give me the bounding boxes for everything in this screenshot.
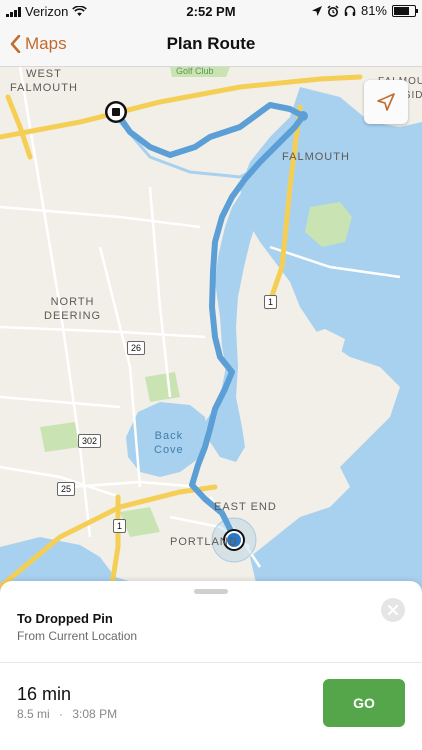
map-canvas [0, 67, 422, 600]
map-label-north-deering: NORTH DEERING [44, 295, 101, 323]
map-label-falmouth: FALMOUTH [282, 151, 350, 163]
locate-me-button[interactable] [364, 80, 408, 124]
status-right: 81% [311, 3, 418, 18]
sheet-divider [0, 662, 422, 663]
map-view[interactable]: Golf Club WEST FALMOUTH FALMOU FORESIDE … [0, 67, 422, 600]
destination-title: To Dropped Pin [17, 611, 113, 626]
route-waypoint [298, 111, 308, 121]
map-label-line: DEERING [44, 310, 102, 322]
map-label-west-falmouth: WEST FALMOUTH [10, 67, 78, 95]
close-button[interactable] [381, 598, 405, 622]
destination-subtitle: From Current Location [17, 629, 138, 643]
go-button[interactable]: GO [323, 679, 405, 727]
highway-shield-us1-south: 1 [113, 519, 127, 533]
route-sheet: To Dropped Pin From Current Location 16 … [0, 581, 422, 750]
location-arrow-icon [377, 93, 395, 111]
map-label-line: NORTH [50, 296, 95, 308]
headphones-icon [344, 5, 356, 16]
battery-icon [392, 4, 418, 17]
highway-shield-302: 302 [78, 434, 102, 448]
battery-percent: 81% [360, 3, 387, 18]
park-area [145, 372, 180, 402]
route-distance: 8.5 mi [17, 707, 50, 721]
map-label-golf-club: Golf Club [176, 67, 214, 76]
dropped-pin-stop-icon [112, 108, 120, 116]
map-label-portland: PORTLAND [170, 536, 238, 548]
page-title: Plan Route [166, 34, 256, 53]
route-meta: 8.5 mi · 3:08 PM [17, 707, 117, 721]
highway-shield-25: 25 [57, 482, 76, 496]
navigation-bar: Maps Plan Route [0, 22, 422, 67]
battery-fill [394, 6, 409, 15]
map-label-east-end: EAST END [214, 501, 277, 513]
park-area [40, 422, 80, 452]
alarm-icon [327, 4, 339, 17]
map-label-line: Cove [154, 444, 184, 456]
highway-shield-us1: 1 [264, 295, 278, 309]
meta-separator: · [59, 707, 64, 721]
sheet-grabber[interactable] [194, 589, 228, 594]
map-label-line: Back [154, 430, 184, 442]
close-icon [388, 605, 398, 615]
status-bar: Verizon 2:52 PM 81% [0, 0, 422, 22]
map-label-back-cove: Back Cove [154, 429, 184, 457]
location-arrow-icon [311, 5, 322, 16]
highway-shield-26: 26 [127, 341, 146, 355]
map-label-line: FALMOUTH [10, 82, 78, 94]
route-arrival: 3:08 PM [72, 707, 118, 721]
map-label-line: WEST [26, 68, 62, 80]
route-duration: 16 min [17, 684, 72, 704]
